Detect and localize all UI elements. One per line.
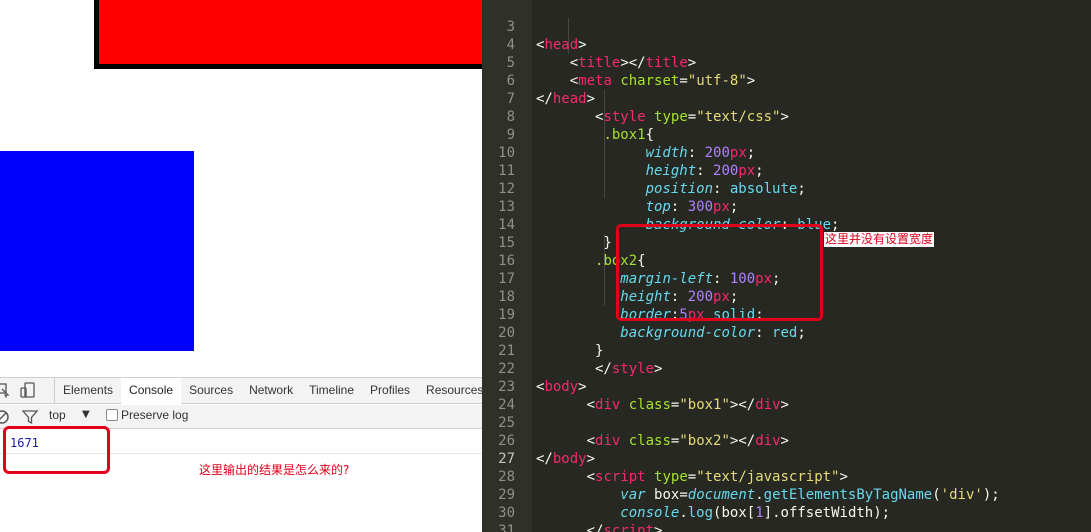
code-line: 31 </html> xyxy=(498,523,515,532)
code-line: 7 <style type="text/css"> xyxy=(506,91,789,125)
box1-rendered xyxy=(0,151,194,351)
code-line: 23 <div class="box1"></div> xyxy=(498,379,789,413)
tab-sources[interactable]: Sources xyxy=(181,378,241,404)
devtools-tabbar: Elements Console Sources Network Timelin… xyxy=(0,378,482,404)
code-line: 26 </body> xyxy=(498,433,596,467)
code-line: 12 top: 300px; xyxy=(498,181,739,215)
devtools-tabs: Elements Console Sources Network Timelin… xyxy=(54,378,482,404)
tab-console[interactable]: Console xyxy=(121,378,182,404)
code-line: 24 xyxy=(498,397,515,413)
clear-console-icon[interactable] xyxy=(0,409,10,425)
annotation-text-output: 这里输出的结果是怎么来的? xyxy=(199,463,350,477)
code-line: 3 <head> xyxy=(506,19,587,53)
code-line: 8 .box1{ xyxy=(506,109,655,143)
annotation-text-width: 这里并没有设置宽度 xyxy=(824,232,935,247)
annotation-box-width xyxy=(616,224,823,321)
code-line: 25 <div class="box2"></div> xyxy=(498,415,789,449)
tab-elements[interactable]: Elements xyxy=(55,378,121,404)
code-line: 22 <body> xyxy=(498,361,587,395)
code-line: 14 } xyxy=(498,217,612,251)
code-line: 4 <title></title> xyxy=(506,37,697,71)
context-selector[interactable]: top xyxy=(49,408,66,422)
browser-viewport: Elements Console Sources Network Timelin… xyxy=(0,0,482,532)
code-line: 6 </head> xyxy=(506,73,596,107)
code-line: 29 console.log(box[1].offsetWidth); xyxy=(498,487,891,521)
device-mode-icon[interactable] xyxy=(20,382,36,398)
preserve-log-checkbox[interactable] xyxy=(106,409,118,421)
code-line: 10 height: 200px; xyxy=(498,145,764,179)
preserve-log-label: Preserve log xyxy=(121,408,189,422)
annotation-box-output xyxy=(3,426,110,474)
code-line: 11 position: absolute; xyxy=(498,163,806,197)
code-line: 5 <meta charset="utf-8"> xyxy=(506,55,756,89)
filter-icon[interactable] xyxy=(21,409,39,425)
code-line: 13 background-color: blue; xyxy=(498,199,840,233)
tab-resources[interactable]: Resources xyxy=(418,378,482,404)
dropdown-arrow-icon[interactable]: ▼ xyxy=(82,409,90,420)
inspect-element-icon[interactable] xyxy=(0,382,10,398)
code-line: 9 width: 200px; xyxy=(506,127,756,161)
tab-timeline[interactable]: Timeline xyxy=(301,378,362,404)
tab-profiles[interactable]: Profiles xyxy=(362,378,418,404)
code-line: 30 </script> xyxy=(498,505,663,532)
code-line: 21 </style> xyxy=(498,343,663,377)
code-line-active: 27 <script type="text/javascript"> xyxy=(498,451,848,485)
tab-network[interactable]: Network xyxy=(241,378,301,404)
box2-rendered xyxy=(94,0,482,69)
code-line: 28 var box=document.getElementsByTagName… xyxy=(498,469,1000,503)
